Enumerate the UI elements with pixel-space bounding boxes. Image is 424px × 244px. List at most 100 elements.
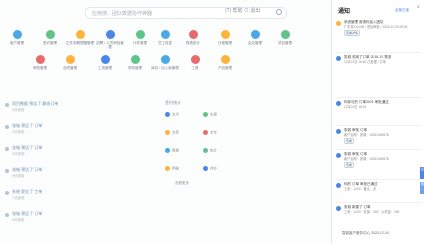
notification-item[interactable]: 系统管理 邀请你加入团队 广东省XX公司 / 项目审批 / 2023-12-03 … — [336, 20, 420, 36]
app-label: 员工信息 — [158, 41, 172, 45]
panel-title: 通知 — [338, 9, 351, 15]
notification-item[interactable]: 张城 审批 订单 客户名称：张城 · 13512345678 查看 — [336, 152, 420, 168]
activity-text: 张城 预告了 订单 — [12, 211, 43, 216]
notification-icon — [336, 101, 341, 106]
notification-divider — [336, 52, 421, 53]
app-tile[interactable]: 日程管理 — [210, 30, 240, 45]
notification-divider — [336, 149, 421, 150]
app-tile[interactable]: 项目管理 — [270, 30, 300, 45]
app-tile[interactable]: 会议管理 — [240, 30, 270, 45]
app-tile[interactable]: 考勤管理 — [25, 55, 55, 70]
stat-label: 本周 — [210, 112, 217, 117]
notification-icon — [336, 129, 341, 134]
app-tile[interactable]: 员工信息 — [150, 30, 180, 45]
stat-icon — [165, 166, 170, 171]
stat-label: 本年 — [210, 130, 217, 135]
notification-divider — [336, 97, 421, 98]
notification-action-button[interactable]: 查看 — [344, 161, 355, 168]
activity-time: 2分钟前 — [12, 130, 25, 134]
app-icon — [105, 30, 115, 39]
activity-text: 系统 提交了 工单 — [12, 189, 43, 194]
help-tab[interactable]: 帮 — [420, 182, 424, 194]
stat-label: 待办 — [210, 166, 217, 171]
stats-more-link[interactable]: 查看更多 — [175, 181, 189, 186]
stat-label: 统计 — [210, 148, 217, 153]
stat-label: 本季 — [172, 130, 179, 135]
app-label: 项目管理 — [278, 41, 292, 45]
notification-action-button[interactable]: 查看详情 — [344, 29, 361, 36]
notification-divider — [336, 125, 421, 126]
notification-icon — [336, 21, 341, 26]
notification-item[interactable]: 张城 审批 订单 客户名称：张城 · 13512345678 查看 — [336, 128, 420, 144]
activity-item[interactable]: 张城 预告了 订单 9分钟前 — [5, 210, 155, 232]
search-icon — [276, 9, 282, 15]
app-tile[interactable]: 工具 — [180, 55, 210, 70]
notification-icon — [336, 183, 341, 188]
notification-item[interactable]: 你参与的 订单2021 审批通过 12月21日 16:41 — [336, 100, 420, 110]
notification-item[interactable]: 你的 订单 审批已通过 工资：1200 · 备注：无 — [336, 182, 420, 192]
feedback-tab[interactable]: 反 — [420, 167, 424, 179]
app-tile[interactable]: 招聘 / 人员审批管理 — [95, 30, 125, 49]
app-icon — [75, 30, 85, 39]
app-label: 工资管理 — [98, 66, 112, 70]
notification-detail: 工资：1200 · 备注：无 — [344, 187, 377, 191]
app-tile[interactable]: 签约管理 — [35, 30, 65, 45]
app-tile[interactable]: 工资管理 — [90, 55, 120, 70]
activity-time: 7分钟前 — [12, 196, 25, 200]
app-icon — [188, 30, 198, 39]
activity-item[interactable]: 项目数据 预告了 静态订单 1分钟前 — [5, 100, 155, 122]
stat-label: 明细 — [172, 166, 179, 171]
stat-icon — [203, 166, 208, 171]
activity-time: 1分钟前 — [12, 108, 25, 112]
app-icon — [100, 55, 110, 64]
activity-item[interactable]: 张城 预告了 订单 3分钟前 — [5, 144, 155, 166]
stat-icon — [165, 148, 170, 153]
app-tile[interactable]: 采购管理 — [120, 55, 150, 70]
activity-dot — [5, 213, 9, 217]
stats-item[interactable]: 本年 — [203, 130, 217, 135]
app-tile[interactable]: 正件到期提醒管理 — [65, 30, 95, 45]
app-tile[interactable]: 报表统计 — [178, 30, 208, 45]
stats-item[interactable]: 数据 — [165, 148, 179, 153]
activity-text: 张城 预告了 订单 — [12, 167, 43, 172]
search-placeholder: 应用搜、团队数据协作神器 — [92, 11, 153, 17]
stat-icon — [165, 112, 170, 117]
notification-icon — [336, 153, 341, 158]
app-icon — [35, 55, 45, 64]
stats-item[interactable]: 待办 — [203, 166, 217, 171]
activity-item[interactable]: 系统 提交了 工单 7分钟前 — [5, 188, 155, 210]
activity-feed: 项目数据 预告了 静态订单 1分钟前 张城 预告了 订单 2分钟前 张城 预告了 订单 3… — [5, 100, 155, 232]
app-icon — [190, 55, 200, 64]
panel-footer: 智能客户服务中心 2023-12-04 — [342, 231, 389, 235]
mark-all-read-link[interactable]: 全部已读 — [395, 8, 409, 13]
activity-item[interactable]: 张城 预告了 订单 5分钟前 — [5, 166, 155, 188]
app-tile[interactable]: 库存 / 出入库管理 — [150, 55, 180, 70]
stats-item[interactable]: 本月 — [165, 112, 179, 117]
stats-item[interactable]: 本周 — [203, 112, 217, 117]
app-icon — [250, 30, 260, 39]
notification-item[interactable]: 张城 领用了订单 2016-12 物流 12月21日 16:40 已处理 / 订单 — [336, 55, 420, 65]
app-label: 合同管理 — [63, 66, 77, 70]
app-tile[interactable]: 产品管理 — [210, 55, 240, 70]
notification-action-button[interactable]: 查看 — [344, 137, 355, 144]
app-icon — [160, 55, 170, 64]
stats-widget: 签约统计 本月 本周本季 本年数据 统计明细 待办 查看更多 — [165, 100, 255, 185]
close-icon[interactable]: × — [416, 5, 420, 11]
app-label: 采购管理 — [128, 66, 142, 70]
app-tile[interactable]: 客户管理 — [2, 30, 32, 45]
app-tile[interactable]: 合同管理 — [55, 55, 85, 70]
stats-item[interactable]: 明细 — [165, 166, 179, 171]
activity-item[interactable]: 张城 预告了 订单 2分钟前 — [5, 122, 155, 144]
header-actions[interactable]: (?) 帮助 ⊙ 退出 — [225, 7, 260, 14]
stat-label: 本月 — [172, 112, 179, 117]
notification-item[interactable]: 张城 新建了 订单 工资：1200 · 社保：300 · 公积金：200 — [336, 205, 420, 215]
activity-text: 张城 预告了 订单 — [12, 123, 43, 128]
stats-item[interactable]: 本季 — [165, 130, 179, 135]
activity-dot — [5, 103, 9, 107]
app-icon — [45, 30, 55, 39]
stats-title: 签约统计 — [165, 100, 181, 105]
app-icon — [220, 55, 230, 64]
stats-item[interactable]: 统计 — [203, 148, 217, 153]
app-icon — [12, 30, 22, 39]
app-label: 考勤管理 — [33, 66, 47, 70]
